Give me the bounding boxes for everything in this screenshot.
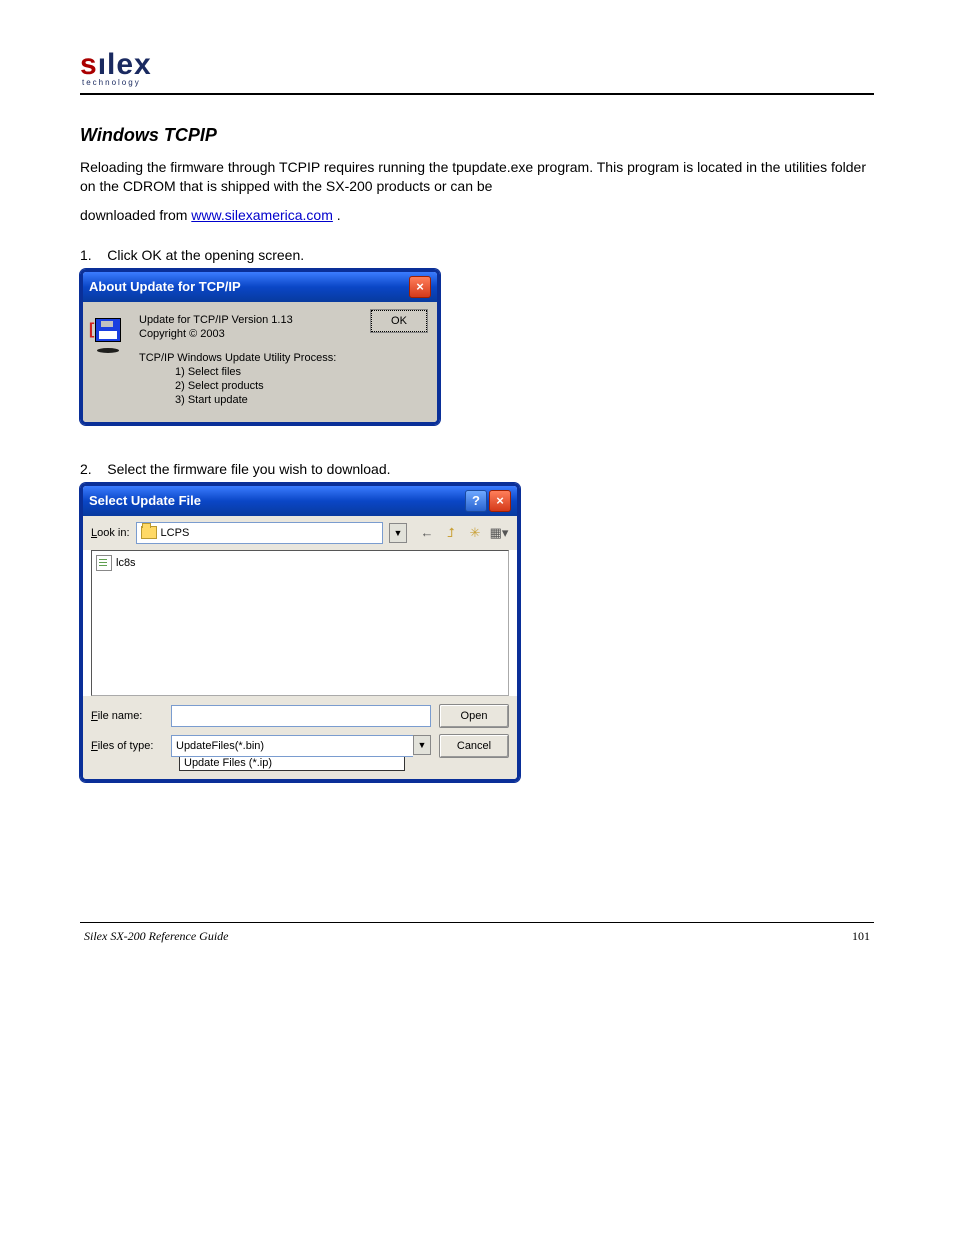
file-type-dropdown-option[interactable]: Update Files (*.ip) xyxy=(179,756,405,771)
close-icon[interactable]: × xyxy=(489,490,511,512)
look-in-label: Look in: xyxy=(91,527,130,539)
view-menu-icon[interactable]: ▦▾ xyxy=(489,524,509,542)
file-type-value: UpdateFiles(*.bin) xyxy=(171,735,413,757)
file-name-label: File name: xyxy=(91,710,163,722)
help-icon[interactable]: ? xyxy=(465,490,487,512)
footer-page-number: 101 xyxy=(852,929,870,944)
file-type-label: Files of type: xyxy=(91,740,163,752)
about-version-text: Update for TCP/IP Version 1.13 xyxy=(139,314,336,326)
floppy-disk-icon: [ xyxy=(95,314,123,408)
cancel-button[interactable]: Cancel xyxy=(439,734,509,758)
about-dialog: About Update for TCP/IP × [ Update for T… xyxy=(80,269,440,425)
download-link[interactable]: www.silexamerica.com xyxy=(191,207,333,223)
section-title: Windows TCPIP xyxy=(80,125,874,146)
about-step-2: 2) Select products xyxy=(175,380,336,392)
about-title-text: About Update for TCP/IP xyxy=(89,279,241,294)
file-list[interactable]: lc8s xyxy=(91,550,509,696)
intro-paragraph-2: downloaded from www.silexamerica.com . xyxy=(80,206,874,225)
close-icon[interactable]: × xyxy=(409,276,431,298)
chevron-down-icon[interactable]: ▼ xyxy=(413,735,431,755)
about-copyright-text: Copyright © 2003 xyxy=(139,328,336,340)
brand-logo: sılex technology xyxy=(80,50,874,87)
footer-divider xyxy=(80,922,874,923)
ok-button[interactable]: OK xyxy=(371,310,427,332)
step-2-label: 2. Select the firmware file you wish to … xyxy=(80,461,874,477)
look-in-value: LCPS xyxy=(161,527,190,539)
file-name-text: lc8s xyxy=(116,557,136,569)
about-titlebar[interactable]: About Update for TCP/IP × xyxy=(83,272,437,302)
file-type-combobox[interactable]: UpdateFiles(*.bin) ▼ xyxy=(171,735,431,757)
file-name-input[interactable] xyxy=(171,705,431,727)
back-icon[interactable]: ← xyxy=(417,524,437,542)
open-title-text: Select Update File xyxy=(89,493,201,508)
look-in-combobox[interactable]: LCPS xyxy=(136,522,383,544)
about-step-3: 3) Start update xyxy=(175,394,336,406)
about-step-1: 1) Select files xyxy=(175,366,336,378)
footer-doc-title: Silex SX-200 Reference Guide xyxy=(84,929,229,944)
open-titlebar[interactable]: Select Update File ? × xyxy=(83,486,517,516)
open-button[interactable]: Open xyxy=(439,704,509,728)
folder-icon xyxy=(141,526,157,539)
step-1-label: 1. Click OK at the opening screen. xyxy=(80,247,874,263)
file-icon xyxy=(96,555,112,571)
open-file-dialog: Select Update File ? × Look in: LCPS ▼ ←… xyxy=(80,483,520,782)
about-process-heading: TCP/IP Windows Update Utility Process: xyxy=(139,352,336,364)
header-divider xyxy=(80,93,874,95)
intro-paragraph-1: Reloading the firmware through TCPIP req… xyxy=(80,158,874,196)
list-item[interactable]: lc8s xyxy=(96,555,504,571)
new-folder-icon[interactable]: ✳ xyxy=(465,524,485,542)
up-folder-icon[interactable]: ⮥ xyxy=(441,524,461,542)
chevron-down-icon[interactable]: ▼ xyxy=(389,523,407,543)
